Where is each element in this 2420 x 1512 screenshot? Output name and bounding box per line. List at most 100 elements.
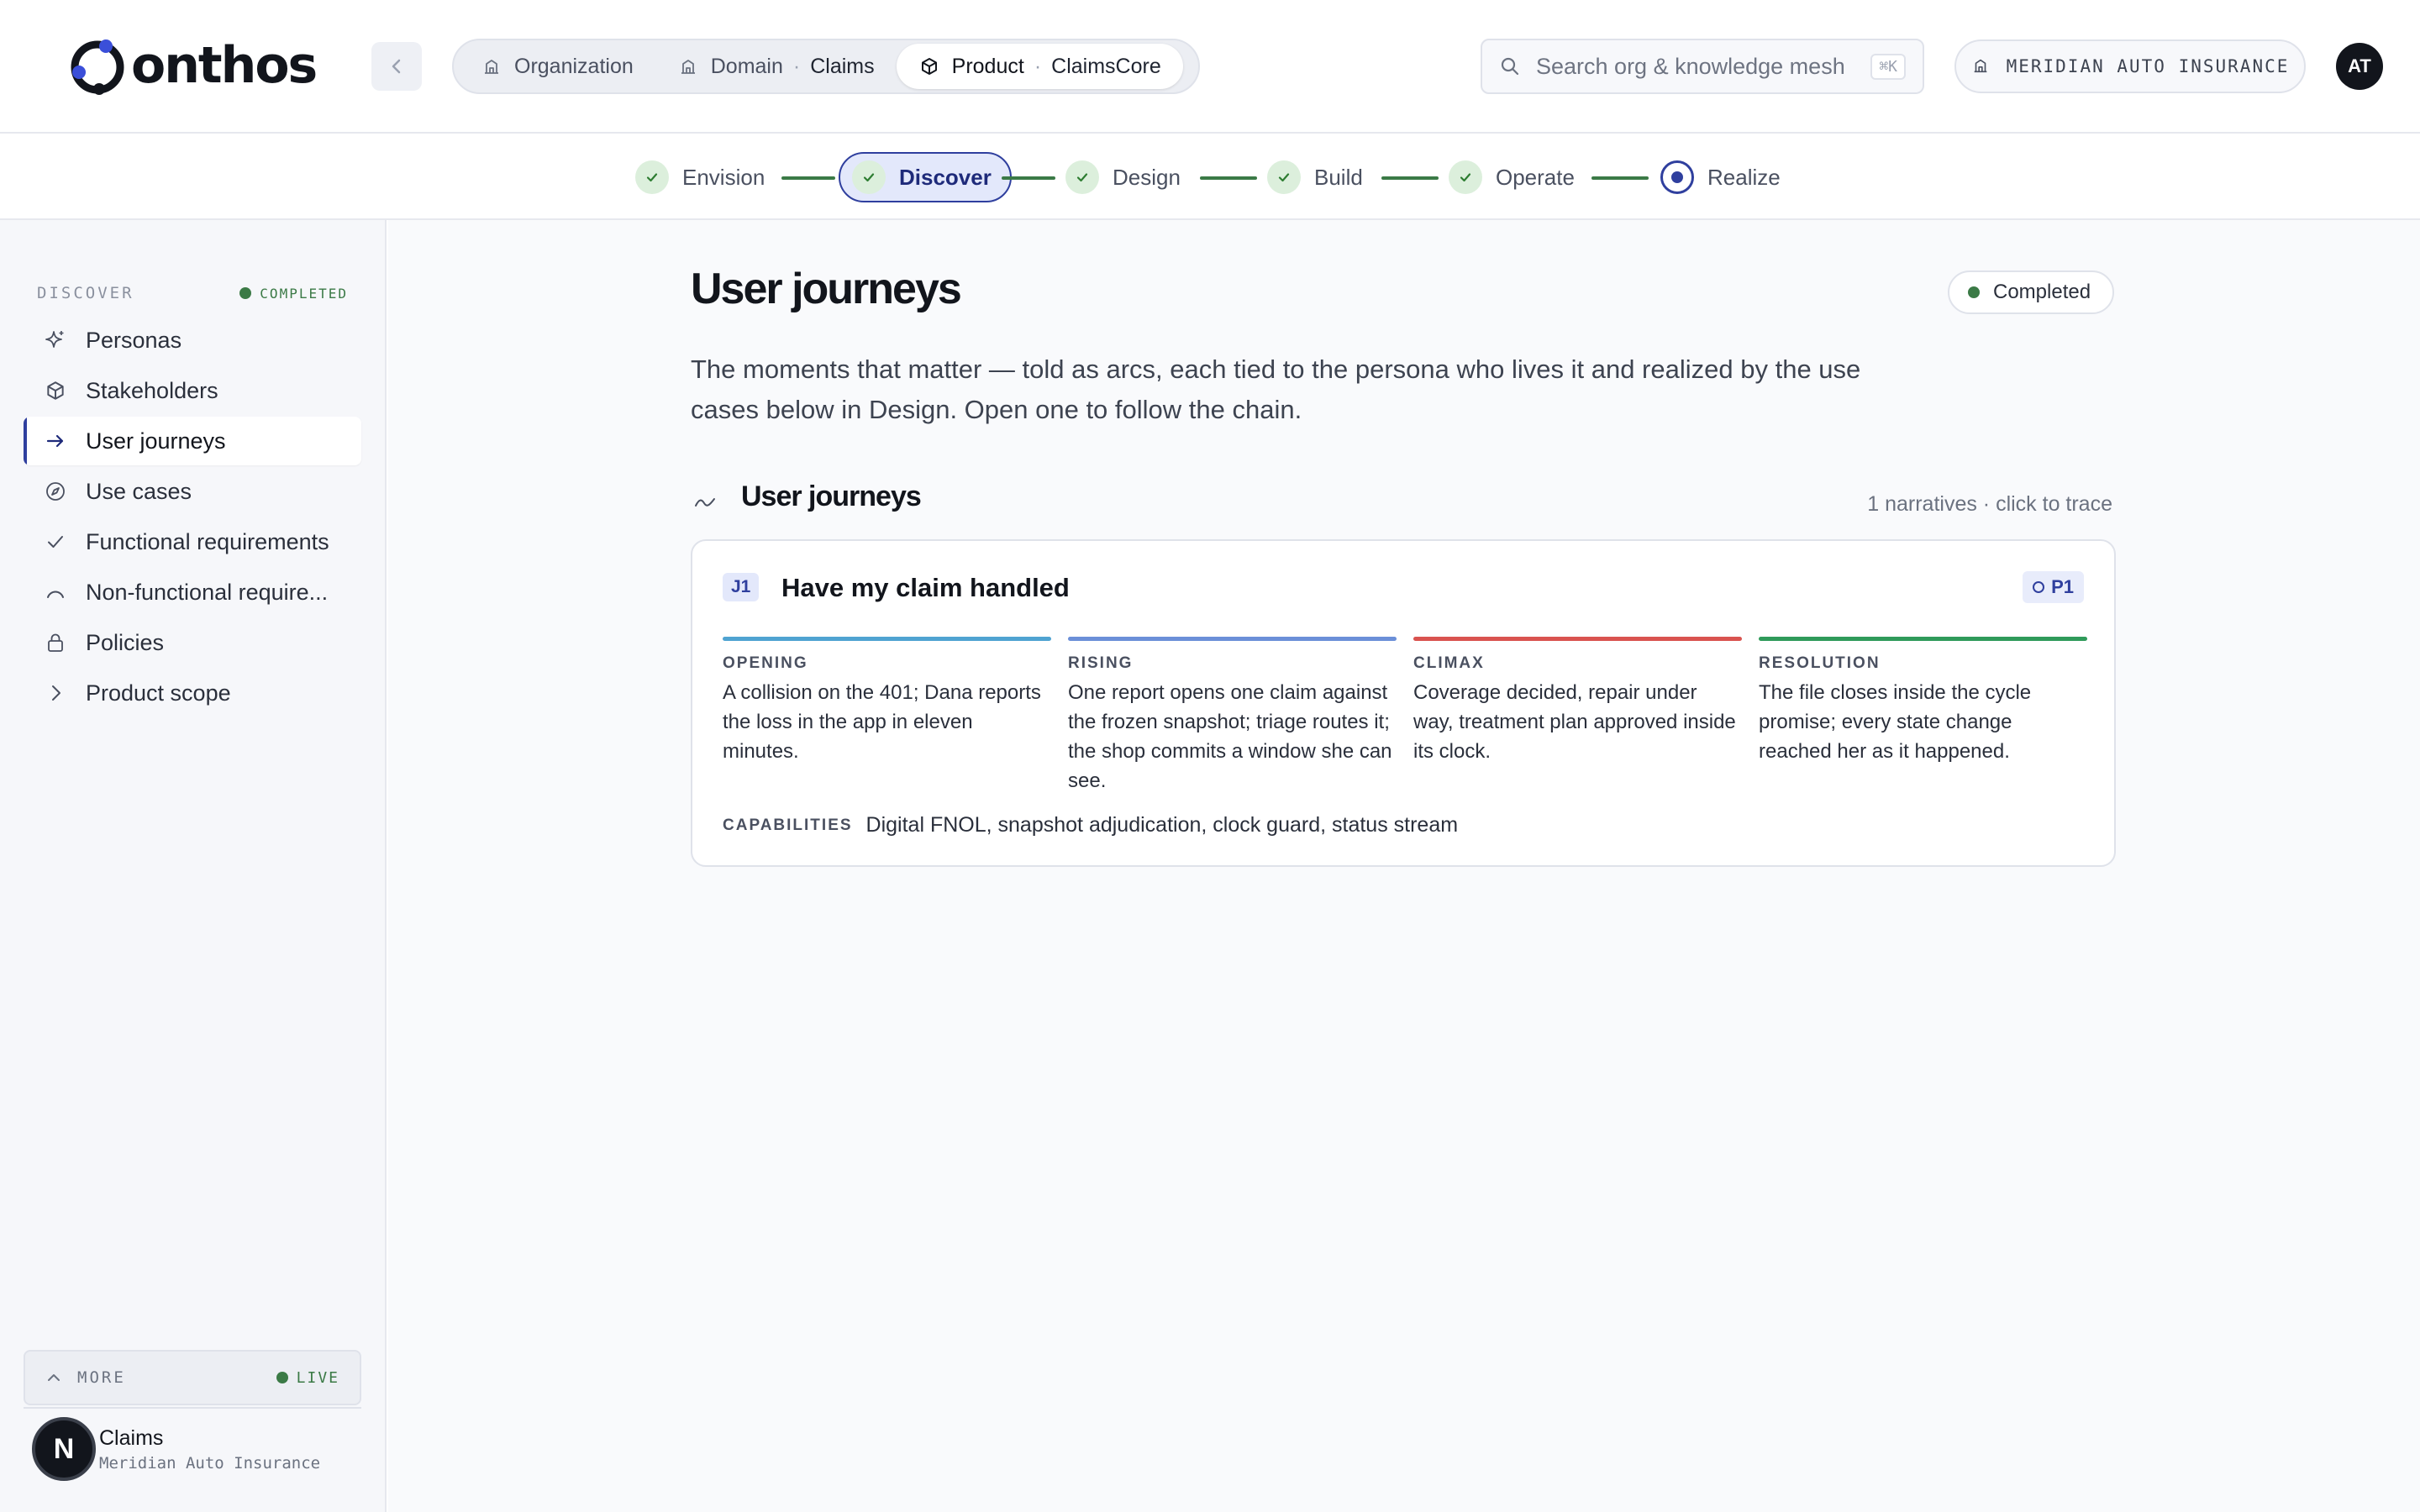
divider (24, 1407, 361, 1409)
status-badge: Completed (1948, 270, 2115, 314)
arc-opening: OPENING A collision on the 401; Dana rep… (723, 637, 1051, 795)
sidebar-item-functional-requirements[interactable]: Functional requirements (24, 517, 361, 566)
check-icon (1267, 160, 1301, 194)
step-connector (1002, 176, 1055, 180)
search-input[interactable] (1536, 53, 1871, 80)
sidebar-header: DISCOVER COMPLETED (37, 284, 348, 302)
scope-organization[interactable]: Organization (459, 44, 655, 89)
sidebar-item-label: Personas (86, 327, 182, 353)
sidebar-item-user-journeys[interactable]: User journeys (24, 417, 361, 465)
priority-badge: P1 (2023, 571, 2084, 603)
user-avatar[interactable]: AT (2336, 43, 2383, 90)
sidebar-item-product-scope[interactable]: Product scope (24, 669, 361, 717)
arc-bar (1068, 637, 1397, 641)
arc-label: CLIMAX (1413, 654, 1485, 672)
arc-text: A collision on the 401; Dana reports the… (723, 681, 1041, 763)
check-icon (852, 160, 886, 194)
step-build[interactable]: Build (1267, 152, 1363, 202)
step-connector (781, 176, 835, 180)
cube-icon (44, 379, 67, 402)
section-title: User journeys (741, 480, 922, 512)
chevron-right-icon (44, 681, 67, 705)
arc-bar (1413, 637, 1742, 641)
workspace-switcher[interactable]: N Claims Meridian Auto Insurance (32, 1417, 320, 1481)
arc-text: The file closes inside the cycle promise… (1759, 681, 2032, 763)
arrow-right-icon (44, 429, 67, 453)
gauge-icon (44, 580, 67, 604)
arc-text: One report opens one claim against the f… (1068, 681, 1392, 792)
sidebar-item-non-functional-requirements[interactable]: Non-functional require... (24, 568, 361, 617)
capabilities: CAPABILITIES Digital FNOL, snapshot adju… (723, 813, 1458, 837)
lock-icon (44, 631, 67, 654)
arc-label: RESOLUTION (1759, 654, 1881, 672)
page-intro: The moments that matter — told as arcs, … (691, 354, 1861, 424)
step-operate[interactable]: Operate (1449, 152, 1575, 202)
building-icon (1971, 56, 1991, 76)
check-icon (635, 160, 669, 194)
compass-icon (44, 480, 67, 503)
scope-product[interactable]: Product · ClaimsCore (896, 44, 1183, 89)
sidebar-item-use-cases[interactable]: Use cases (24, 467, 361, 516)
sidebar-item-label: Use cases (86, 478, 192, 504)
arc-bar (723, 637, 1051, 641)
arc-text: Coverage decided, repair under way, trea… (1413, 681, 1736, 763)
workspace-logo: N (32, 1417, 96, 1481)
scope-switcher: Organization Domain · Claims Product · C… (452, 39, 1200, 94)
scope-product-label: Product (951, 54, 1024, 78)
sidebar-item-label: Policies (86, 629, 165, 655)
arc-label: RISING (1068, 654, 1134, 672)
scope-domain-value: Claims (810, 54, 875, 78)
sidebar-item-label: Functional requirements (86, 528, 329, 554)
step-envision[interactable]: Envision (635, 152, 765, 202)
section-meta: 1 narratives · click to trace (1867, 492, 2112, 516)
cube-icon (918, 55, 940, 77)
capabilities-label: CAPABILITIES (723, 816, 853, 834)
sidebar-item-label: User journeys (86, 428, 226, 454)
step-label: Discover (899, 164, 992, 190)
current-step-icon (1660, 160, 1694, 194)
sidebar-item-label: Product scope (86, 680, 231, 706)
page-title: User journeys (691, 265, 962, 313)
step-realize[interactable]: Realize (1660, 152, 1781, 202)
scope-separator: · (792, 54, 801, 78)
step-discover[interactable]: Discover (839, 152, 1012, 202)
sidebar-item-policies[interactable]: Policies (24, 618, 361, 667)
scope-organization-label: Organization (514, 54, 634, 78)
step-label: Envision (682, 164, 765, 190)
more-label-group: MORE (45, 1368, 126, 1387)
step-connector (1591, 176, 1649, 180)
step-connector (1381, 176, 1439, 180)
sidebar-item-personas[interactable]: Personas (24, 316, 361, 365)
sidebar-status: COMPLETED (239, 286, 348, 302)
step-label: Operate (1496, 164, 1575, 190)
arc-resolution: RESOLUTION The file closes inside the cy… (1759, 637, 2087, 795)
more-toggle[interactable]: MORE LIVE (24, 1350, 361, 1405)
scope-domain-label: Domain (710, 54, 783, 78)
workspace-org: Meridian Auto Insurance (99, 1453, 321, 1473)
step-label: Realize (1707, 164, 1781, 190)
arc-rising: RISING One report opens one claim agains… (1068, 637, 1397, 795)
check-icon (44, 530, 67, 554)
back-button[interactable] (371, 42, 422, 91)
step-design[interactable]: Design (1065, 152, 1181, 202)
scope-separator: · (1034, 54, 1042, 78)
scope-domain[interactable]: Domain · Claims (655, 44, 897, 89)
search-icon (1499, 55, 1521, 77)
top-header: onthos Organization Domain · Claims Prod… (0, 0, 2420, 134)
building-icon (481, 55, 502, 77)
app-name: onthos (131, 36, 318, 95)
step-label: Build (1314, 164, 1363, 190)
org-switcher[interactable]: MERIDIAN AUTO INSURANCE (1954, 39, 2306, 93)
step-connector (1200, 176, 1257, 180)
workspace-name: Claims (99, 1425, 164, 1450)
search-box[interactable]: ⌘K (1481, 39, 1924, 94)
main-content: User journeys Completed The moments that… (388, 220, 2420, 1512)
scope-product-value: ClaimsCore (1051, 54, 1161, 78)
chevron-left-icon (392, 59, 401, 74)
org-name: MERIDIAN AUTO INSURANCE (2006, 56, 2290, 76)
journey-card[interactable]: J1 Have my claim handled P1 OPENING A co… (691, 539, 2116, 867)
arc-bar (1759, 637, 2087, 641)
app-logo[interactable]: onthos (67, 32, 318, 99)
sidebar-item-stakeholders[interactable]: Stakeholders (24, 366, 361, 415)
building-icon (677, 55, 699, 77)
